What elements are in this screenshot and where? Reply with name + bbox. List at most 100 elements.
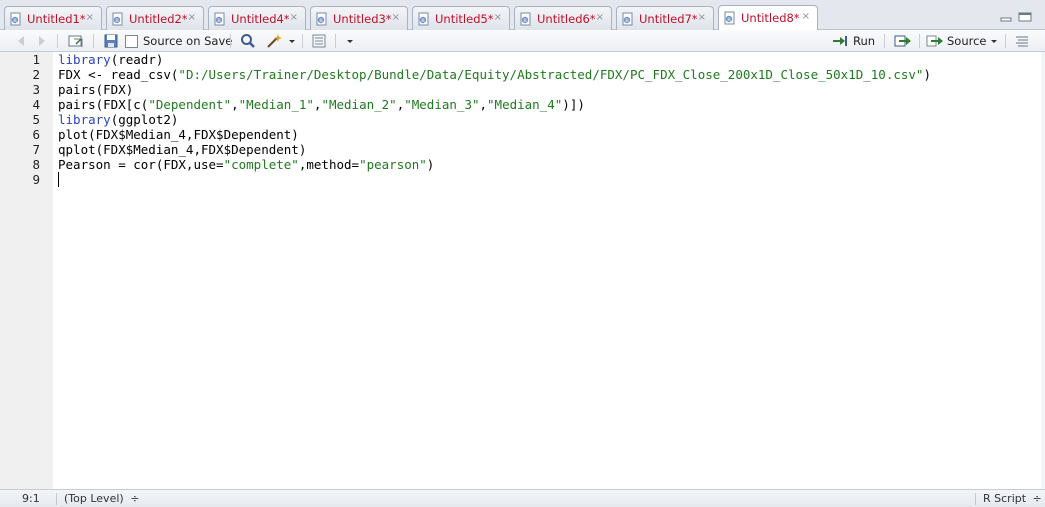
code-token: ,method= <box>298 157 360 172</box>
tab-close-icon[interactable]: × <box>188 12 196 23</box>
svg-text:R: R <box>727 17 731 23</box>
code-token: , <box>231 97 239 112</box>
status-divider <box>56 493 57 505</box>
scope-label: (Top Level) <box>64 492 124 505</box>
tab-close-icon[interactable]: × <box>802 11 810 22</box>
code-token: qplot(FDX$Median_4,FDX$Dependent) <box>58 142 307 157</box>
vertical-scrollbar[interactable] <box>1041 52 1045 489</box>
status-divider <box>975 493 976 505</box>
source-button[interactable]: Source <box>926 33 987 49</box>
tab-untitled1[interactable]: R Untitled1* × <box>4 6 102 30</box>
tab-bar: R Untitled1* × R Untitled2* × R Untitled… <box>0 0 1045 30</box>
tab-label: Untitled6* <box>537 11 596 26</box>
code-line[interactable]: FDX <- read_csv("D:/Users/Trainer/Deskto… <box>58 67 931 82</box>
chevron-down-icon[interactable] <box>288 33 296 49</box>
r-file-icon: R <box>112 12 123 25</box>
svg-text:R: R <box>13 18 17 24</box>
line-number: 9 <box>32 172 40 187</box>
tab-close-icon[interactable]: × <box>494 12 502 23</box>
line-number: 8 <box>32 157 40 172</box>
svg-text:R: R <box>625 18 629 24</box>
svg-text:R: R <box>217 18 221 24</box>
r-file-icon: R <box>622 12 633 25</box>
tab-untitled5[interactable]: R Untitled5* × <box>412 6 510 30</box>
source-label: Source <box>947 34 987 48</box>
tab-label: Untitled4* <box>231 11 290 26</box>
code-token: (readr) <box>110 52 164 67</box>
language-selector[interactable]: R Script ÷ <box>983 492 1042 505</box>
tab-untitled6[interactable]: R Untitled6* × <box>514 6 612 30</box>
show-in-window-icon[interactable] <box>67 33 85 49</box>
save-icon[interactable] <box>103 33 119 49</box>
svg-text:R: R <box>421 18 425 24</box>
scope-selector[interactable]: (Top Level) ÷ <box>64 492 139 505</box>
line-number: 6 <box>32 127 40 142</box>
cursor-position: 9:1 <box>22 492 40 505</box>
code-line[interactable]: pairs(FDX[c("Dependent","Median_1","Medi… <box>58 97 585 112</box>
code-line[interactable]: library(readr) <box>58 52 163 67</box>
svg-text:R: R <box>523 18 527 24</box>
code-token: Pearson = cor(FDX,use= <box>58 157 224 172</box>
back-arrow-icon[interactable] <box>14 33 30 49</box>
toolbar-divider <box>1005 34 1006 48</box>
tab-label: Untitled1* <box>27 11 86 26</box>
svg-text:R: R <box>319 18 323 24</box>
rerun-icon[interactable] <box>893 33 913 49</box>
code-tools-wand-icon[interactable] <box>265 33 283 49</box>
string-token: "Median_1" <box>238 97 314 112</box>
code-token: pairs(FDX) <box>58 82 134 97</box>
code-line[interactable]: Pearson = cor(FDX,use="complete",method=… <box>58 157 434 172</box>
tab-untitled7[interactable]: R Untitled7* × <box>616 6 714 30</box>
toolbar-divider <box>302 34 303 48</box>
r-file-icon: R <box>418 12 429 25</box>
tab-close-icon[interactable]: × <box>86 12 94 23</box>
code-line[interactable]: qplot(FDX$Median_4,FDX$Dependent) <box>58 142 306 157</box>
chevron-down-icon[interactable] <box>990 33 998 49</box>
editor-toolbar: Source on Save Run Source <box>0 30 1045 52</box>
code-line[interactable]: pairs(FDX) <box>58 82 133 97</box>
string-token: "Dependent" <box>148 97 232 112</box>
source-arrow-icon <box>926 35 943 47</box>
tab-label: Untitled7* <box>639 11 698 26</box>
code-editor[interactable]: 1 2 3 4 5 6 7 8 9 library(readr) FDX <- r… <box>0 52 1045 489</box>
search-icon[interactable] <box>240 33 256 49</box>
keyword-token: library <box>58 112 111 127</box>
r-file-icon: R <box>10 12 21 25</box>
tab-close-icon[interactable]: × <box>698 12 706 23</box>
tab-untitled3[interactable]: R Untitled3* × <box>310 6 408 30</box>
code-line[interactable]: plot(FDX$Median_4,FDX$Dependent) <box>58 127 299 142</box>
code-token: ) <box>426 157 435 172</box>
tab-untitled4[interactable]: R Untitled4* × <box>208 6 306 30</box>
code-line[interactable]: library(ggplot2) <box>58 112 178 127</box>
outline-menu-icon[interactable] <box>1015 33 1029 49</box>
document-outline-icon[interactable] <box>311 33 327 49</box>
tab-untitled8[interactable]: R Untitled8* × <box>718 5 818 30</box>
tab-label: Untitled3* <box>333 11 392 26</box>
run-label: Run <box>853 34 876 48</box>
tab-label: Untitled2* <box>129 11 188 26</box>
r-file-icon: R <box>214 12 225 25</box>
tab-close-icon[interactable]: × <box>596 12 604 23</box>
string-token: "complete" <box>223 157 299 172</box>
string-token: "Median_3" <box>404 97 480 112</box>
tab-untitled2[interactable]: R Untitled2* × <box>106 6 204 30</box>
svg-text:R: R <box>115 18 119 24</box>
tab-label: Untitled8* <box>741 11 800 25</box>
line-number: 1 <box>32 52 40 67</box>
toolbar-divider <box>335 34 336 48</box>
toolbar-divider <box>884 34 885 48</box>
chevron-down-icon[interactable] <box>346 33 354 49</box>
tab-close-icon[interactable]: × <box>392 12 400 23</box>
checkbox-icon[interactable] <box>125 34 138 48</box>
scope-arrow-icon: ÷ <box>130 492 140 505</box>
maximize-icon[interactable] <box>1018 12 1032 22</box>
tab-close-icon[interactable]: × <box>290 12 298 23</box>
text-cursor <box>58 172 59 187</box>
forward-arrow-icon[interactable] <box>33 33 49 49</box>
source-on-save-checkbox[interactable]: Source on Save <box>125 33 232 49</box>
language-label: R Script <box>983 492 1027 505</box>
minimize-icon[interactable] <box>1000 12 1012 22</box>
code-token: pairs(FDX[c( <box>58 97 149 112</box>
r-file-icon: R <box>724 11 735 25</box>
run-button[interactable]: Run <box>831 33 875 49</box>
